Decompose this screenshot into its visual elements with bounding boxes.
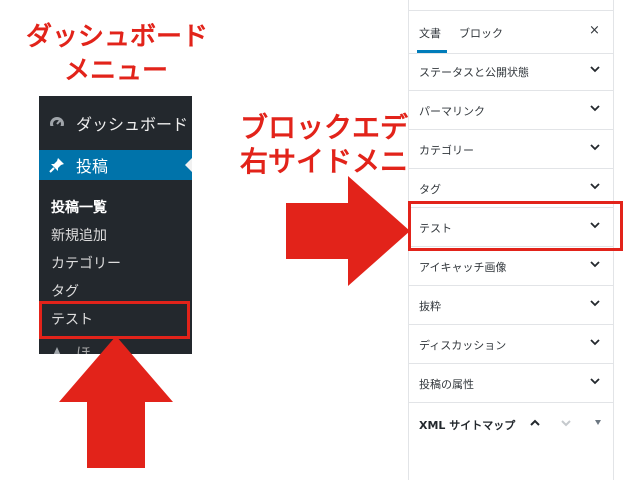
panel-label: ステータスと公開状態 [419, 66, 529, 79]
caption-dashboard-menu-line2: メニュー [64, 56, 169, 86]
arrow-up-icon [59, 336, 173, 468]
panel-label: XML サイトマップ [419, 419, 516, 432]
panel-label: タグ [419, 183, 441, 196]
sidebar-tabs: 文書 ブロック × [409, 10, 613, 54]
panel-status-visibility[interactable]: ステータスと公開状態 [409, 52, 613, 91]
submenu-all-posts[interactable]: 投稿一覧 [51, 197, 107, 217]
chevron-down-icon [590, 144, 600, 151]
chevron-down-icon[interactable] [560, 417, 572, 429]
chevron-down-icon [590, 378, 600, 385]
panel-permalink[interactable]: パーマリンク [409, 91, 613, 130]
submenu-tags[interactable]: タグ [51, 281, 79, 301]
dashboard-gauge-icon [47, 113, 67, 133]
chevron-down-icon [590, 300, 600, 307]
chevron-up-icon[interactable] [529, 417, 541, 429]
submenu-categories[interactable]: カテゴリー [51, 253, 121, 273]
panel-discussion[interactable]: ディスカッション [409, 325, 613, 364]
panel-featured-image[interactable]: アイキャッチ画像 [409, 247, 613, 286]
panel-label: パーマリンク [419, 105, 485, 118]
submenu-add-new[interactable]: 新規追加 [51, 225, 107, 245]
panel-label: ディスカッション [419, 339, 507, 352]
panel-label: 抜粋 [419, 300, 441, 313]
chevron-down-icon [590, 183, 600, 190]
menu-item-posts[interactable]: 投稿 [39, 150, 192, 180]
caption-dashboard-menu-line1: ダッシュボード [26, 22, 209, 52]
chevron-down-icon [590, 339, 600, 346]
pushpin-icon [47, 155, 67, 175]
panel-excerpt[interactable]: 抜粋 [409, 286, 613, 325]
tab-document[interactable]: 文書 [419, 25, 441, 41]
panel-label: カテゴリー [419, 144, 474, 157]
tab-block[interactable]: ブロック [459, 25, 503, 41]
panel-label: 投稿の属性 [419, 378, 474, 391]
panel-categories[interactable]: カテゴリー [409, 130, 613, 169]
menu-item-dashboard-label: ダッシュボード [76, 115, 189, 134]
close-icon[interactable]: × [589, 23, 600, 38]
highlight-box-admin-test [39, 301, 190, 339]
panel-label: アイキャッチ画像 [419, 261, 507, 274]
arrow-right-icon [286, 176, 410, 286]
caret-down-icon[interactable] [595, 420, 601, 425]
chevron-down-icon [590, 261, 600, 268]
chevron-down-icon [590, 105, 600, 112]
panel-post-attributes[interactable]: 投稿の属性 [409, 364, 613, 403]
panel-xml-sitemap[interactable]: XML サイトマップ [409, 405, 613, 445]
menu-item-posts-label: 投稿 [76, 157, 109, 176]
highlight-box-editor-test [408, 201, 623, 251]
menu-item-dashboard[interactable]: ダッシュボード [39, 96, 192, 150]
chevron-down-icon [590, 66, 600, 73]
